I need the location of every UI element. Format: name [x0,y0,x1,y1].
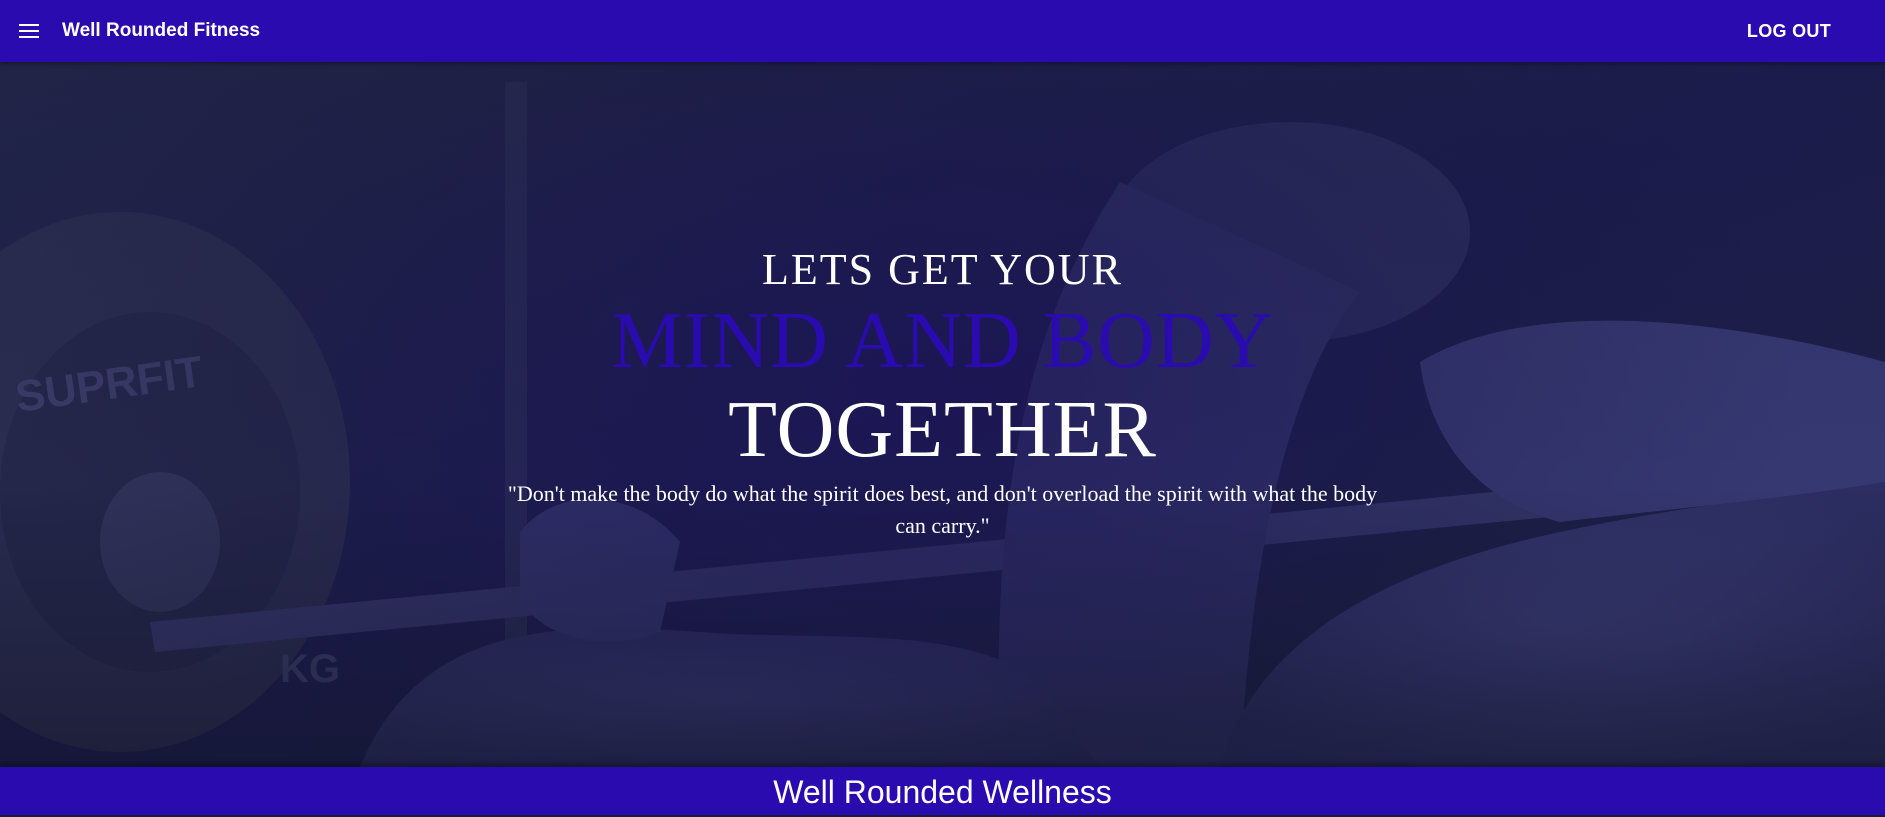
hero-quote: "Don't make the body do what the spirit … [507,481,1378,538]
section-title-bar: Well Rounded Wellness [0,767,1885,815]
app-title: Well Rounded Fitness [62,20,261,41]
hero-section: SUPRFIT KG LETS GET YOUR MIND AND BODY T… [0,62,1885,767]
headline-line-3: TOGETHER [728,386,1157,474]
app-bar: Well Rounded Fitness LOG OUT [0,0,1885,62]
hero-headline: LETS GET YOUR MIND AND BODY TOGETHER "Do… [0,242,1885,542]
menu-button[interactable] [14,17,44,45]
menu-icon [19,24,39,38]
headline-line-2: MIND AND BODY [611,297,1274,385]
logout-button[interactable]: LOG OUT [1733,13,1845,49]
headline-line-1: LETS GET YOUR [762,245,1123,294]
